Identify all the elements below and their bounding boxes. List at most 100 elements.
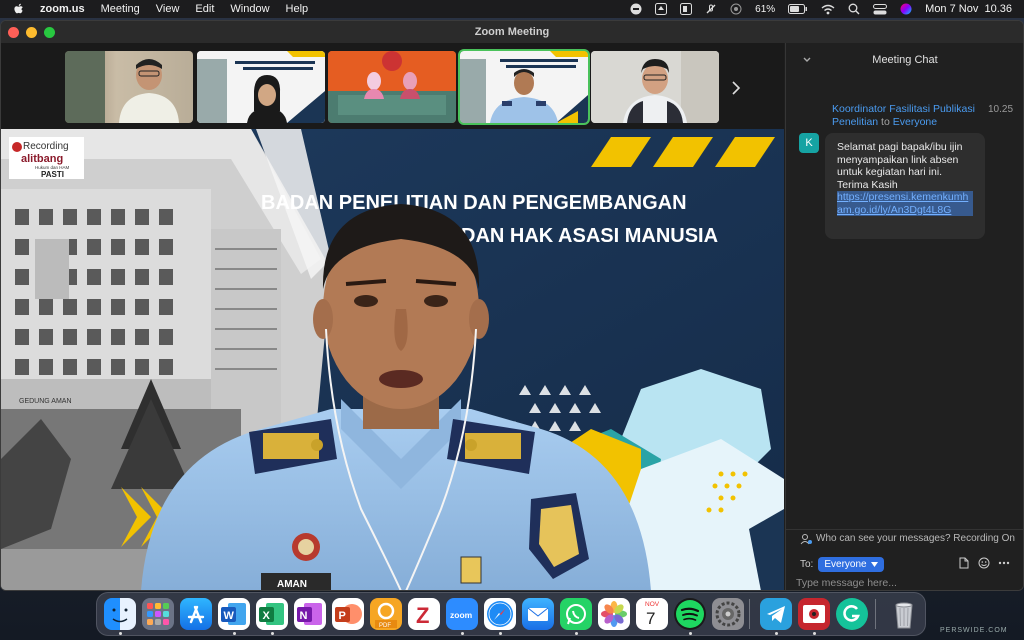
app-store-icon[interactable] bbox=[180, 598, 212, 630]
meeting-chat-panel: Meeting Chat Koordinator Fasilitasi Publ… bbox=[785, 43, 1023, 590]
calendar-icon[interactable]: NOV 7 bbox=[636, 598, 668, 630]
running-indicator bbox=[689, 632, 692, 635]
chat-visibility-notice[interactable]: Who can see your messages? Recording On bbox=[786, 529, 1023, 547]
status-items: 61% Mon 7 Nov 10.36 bbox=[630, 3, 1012, 15]
recipient-dropdown[interactable]: Everyone bbox=[818, 557, 884, 572]
person-info-icon bbox=[800, 533, 812, 544]
battery-icon[interactable] bbox=[788, 3, 808, 15]
banner-line-2: DAN HAK ASASI MANUSIA bbox=[461, 225, 718, 247]
emoji-icon[interactable] bbox=[978, 557, 990, 569]
dock-separator-2 bbox=[875, 599, 876, 629]
message-recipient[interactable]: Everyone bbox=[893, 116, 937, 128]
svg-text:PDF: PDF bbox=[379, 623, 391, 629]
active-speaker-video[interactable]: GEDUNG AMAN Recording alitbang Hukum dan… bbox=[1, 129, 784, 590]
apple-icon[interactable] bbox=[12, 3, 24, 15]
system-preferences-icon[interactable] bbox=[712, 598, 744, 630]
app-menu-zoom[interactable]: zoom.us bbox=[40, 3, 85, 15]
avatar: K bbox=[799, 133, 819, 153]
chat-recipient-row: To: Everyone bbox=[800, 557, 884, 572]
file-icon[interactable] bbox=[958, 557, 970, 569]
airplay-icon[interactable] bbox=[730, 3, 742, 15]
search-icon[interactable] bbox=[848, 3, 860, 15]
speaker-video-frame: GEDUNG AMAN Recording alitbang Hukum dan… bbox=[1, 129, 784, 590]
telegram-icon[interactable] bbox=[760, 598, 792, 630]
participant-tile-3[interactable] bbox=[328, 51, 456, 123]
participant-video-1 bbox=[65, 51, 179, 123]
building-sign-text: GEDUNG AMAN bbox=[19, 398, 72, 405]
window-title: Zoom Meeting bbox=[474, 26, 550, 38]
menu-help[interactable]: Help bbox=[286, 3, 309, 15]
to-label: To: bbox=[800, 559, 814, 570]
zoom-dock-label: zoom bbox=[450, 610, 473, 620]
calendar-day: 7 bbox=[646, 609, 655, 628]
participant-gallery bbox=[1, 43, 784, 129]
participant-tile-1[interactable] bbox=[65, 51, 193, 123]
wifi-icon[interactable] bbox=[821, 3, 835, 15]
zotero-icon[interactable]: Z bbox=[408, 598, 440, 630]
name-tag: AMAN bbox=[277, 579, 307, 590]
excel-icon[interactable]: X bbox=[256, 598, 288, 630]
participant-video-3 bbox=[328, 51, 456, 123]
svg-text:N: N bbox=[300, 610, 308, 622]
onenote-icon[interactable]: N bbox=[294, 598, 326, 630]
menu-bar: zoom.us Meeting View Edit Window Help 61… bbox=[0, 0, 1024, 18]
running-indicator bbox=[775, 632, 778, 635]
participant-video-2 bbox=[197, 51, 325, 123]
screen: zoom.us Meeting View Edit Window Help 61… bbox=[0, 0, 1024, 640]
close-button[interactable] bbox=[8, 27, 19, 38]
chat-message-input[interactable]: Type message here... bbox=[796, 577, 897, 589]
running-indicator bbox=[271, 632, 274, 635]
gallery-next-button[interactable] bbox=[728, 77, 744, 99]
pdf-app-icon[interactable]: PDF bbox=[370, 598, 402, 630]
grammarly-icon[interactable] bbox=[836, 598, 868, 630]
notice-text: Who can see your messages? Recording On bbox=[816, 533, 1015, 544]
word-icon[interactable]: W bbox=[218, 598, 250, 630]
zoom-window: Zoom Meeting GEDUNG AMAN Recording alitb… bbox=[0, 20, 1024, 591]
spotify-icon[interactable] bbox=[674, 598, 706, 630]
participant-video-4 bbox=[460, 51, 588, 123]
participant-tile-2[interactable] bbox=[197, 51, 325, 123]
more-options-icon[interactable] bbox=[998, 557, 1010, 569]
battery-percent: 61% bbox=[755, 3, 776, 15]
recipient-value: Everyone bbox=[824, 559, 867, 570]
siri-icon[interactable] bbox=[900, 3, 912, 15]
title-bar: Zoom Meeting bbox=[1, 21, 1023, 43]
menu-window[interactable]: Window bbox=[230, 3, 269, 15]
message-time: 10.25 bbox=[988, 104, 1014, 115]
svg-text:W: W bbox=[224, 610, 235, 622]
participant-tile-4-active[interactable] bbox=[458, 49, 590, 125]
message-link[interactable]: https://presensi.kemenkumham.go.id/ly/An… bbox=[837, 191, 973, 216]
running-indicator bbox=[813, 632, 816, 635]
minimize-button[interactable] bbox=[26, 27, 37, 38]
svg-text:Z: Z bbox=[416, 603, 429, 628]
notes-icon[interactable] bbox=[680, 3, 693, 15]
zoom-icon[interactable]: zoom bbox=[446, 598, 478, 630]
menu-meeting[interactable]: Meeting bbox=[101, 3, 140, 15]
photos-icon[interactable] bbox=[598, 598, 630, 630]
dock-separator bbox=[749, 599, 750, 629]
chat-title: Meeting Chat bbox=[872, 54, 938, 66]
whatsapp-icon[interactable] bbox=[560, 598, 592, 630]
safari-icon[interactable] bbox=[484, 598, 516, 630]
record-toggle-icon[interactable] bbox=[630, 3, 642, 15]
running-indicator bbox=[461, 632, 464, 635]
mail-icon[interactable] bbox=[522, 598, 554, 630]
message-text: Selamat pagi bapak/ibu ijin menyampaikan… bbox=[837, 141, 963, 191]
powerpoint-icon[interactable]: P bbox=[332, 598, 364, 630]
message-meta: Koordinator Fasilitasi Publikasi Penelit… bbox=[832, 103, 992, 129]
menu-view[interactable]: View bbox=[156, 3, 180, 15]
chat-tools bbox=[958, 557, 1010, 569]
chevron-down-icon[interactable] bbox=[802, 55, 812, 65]
zoom-window-button[interactable] bbox=[44, 27, 55, 38]
eject-icon[interactable] bbox=[655, 3, 668, 15]
menu-edit[interactable]: Edit bbox=[195, 3, 214, 15]
finder-icon[interactable] bbox=[104, 598, 136, 630]
launchpad-icon[interactable] bbox=[142, 598, 174, 630]
clock[interactable]: Mon 7 Nov 10.36 bbox=[925, 3, 1012, 15]
mute-mic-icon[interactable] bbox=[705, 3, 717, 15]
trash-icon[interactable] bbox=[888, 598, 920, 630]
control-center-icon[interactable] bbox=[873, 3, 888, 15]
watermark: PERSWIDE.COM bbox=[940, 627, 1008, 634]
photo-booth-icon[interactable] bbox=[798, 598, 830, 630]
participant-tile-5[interactable] bbox=[591, 51, 719, 123]
